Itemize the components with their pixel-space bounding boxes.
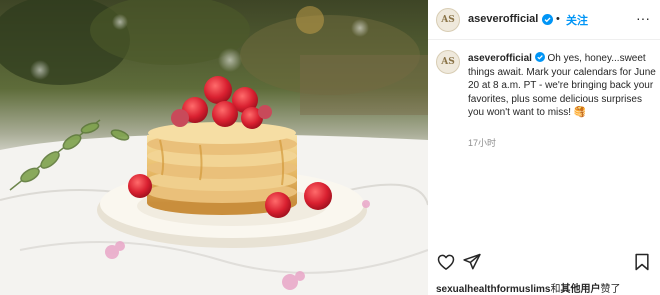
likes-summary: sexualhealthformuslims和其他用户赞了: [436, 280, 620, 295]
likes-username[interactable]: sexualhealthformuslims: [436, 284, 550, 295]
save-button[interactable]: [632, 252, 652, 272]
verified-badge-icon: [534, 52, 545, 62]
header-avatar[interactable]: AS: [436, 8, 460, 32]
caption-text-block: aseverofficial Oh yes, honey...sweet thi…: [468, 52, 656, 120]
heart-icon: [437, 254, 455, 270]
follow-button[interactable]: 关注: [566, 12, 588, 28]
header-separator: •: [556, 13, 560, 25]
post-header: AS aseverofficial • 关注 ···: [428, 0, 660, 40]
header-username[interactable]: aseverofficial: [468, 13, 538, 25]
more-options-icon[interactable]: ···: [634, 8, 652, 28]
post-details-panel: AS aseverofficial • 关注 ··· AS aseveroffi…: [428, 0, 660, 295]
post-timestamp[interactable]: 17小时: [468, 136, 496, 149]
share-icon: [463, 253, 481, 270]
caption-username[interactable]: aseverofficial: [468, 53, 532, 64]
verified-badge-icon: [542, 14, 553, 25]
likes-connector: 和: [550, 284, 561, 295]
bookmark-icon: [635, 253, 649, 271]
likes-suffix: 赞了: [600, 284, 621, 295]
pancake-stack-photo: [0, 0, 428, 295]
share-button[interactable]: [462, 252, 482, 272]
post-actions-bar: [428, 252, 660, 272]
like-button[interactable]: [436, 252, 456, 272]
caption-avatar[interactable]: AS: [436, 50, 460, 74]
post-image[interactable]: [0, 0, 428, 295]
likes-others-link[interactable]: 其他用户: [560, 284, 600, 295]
